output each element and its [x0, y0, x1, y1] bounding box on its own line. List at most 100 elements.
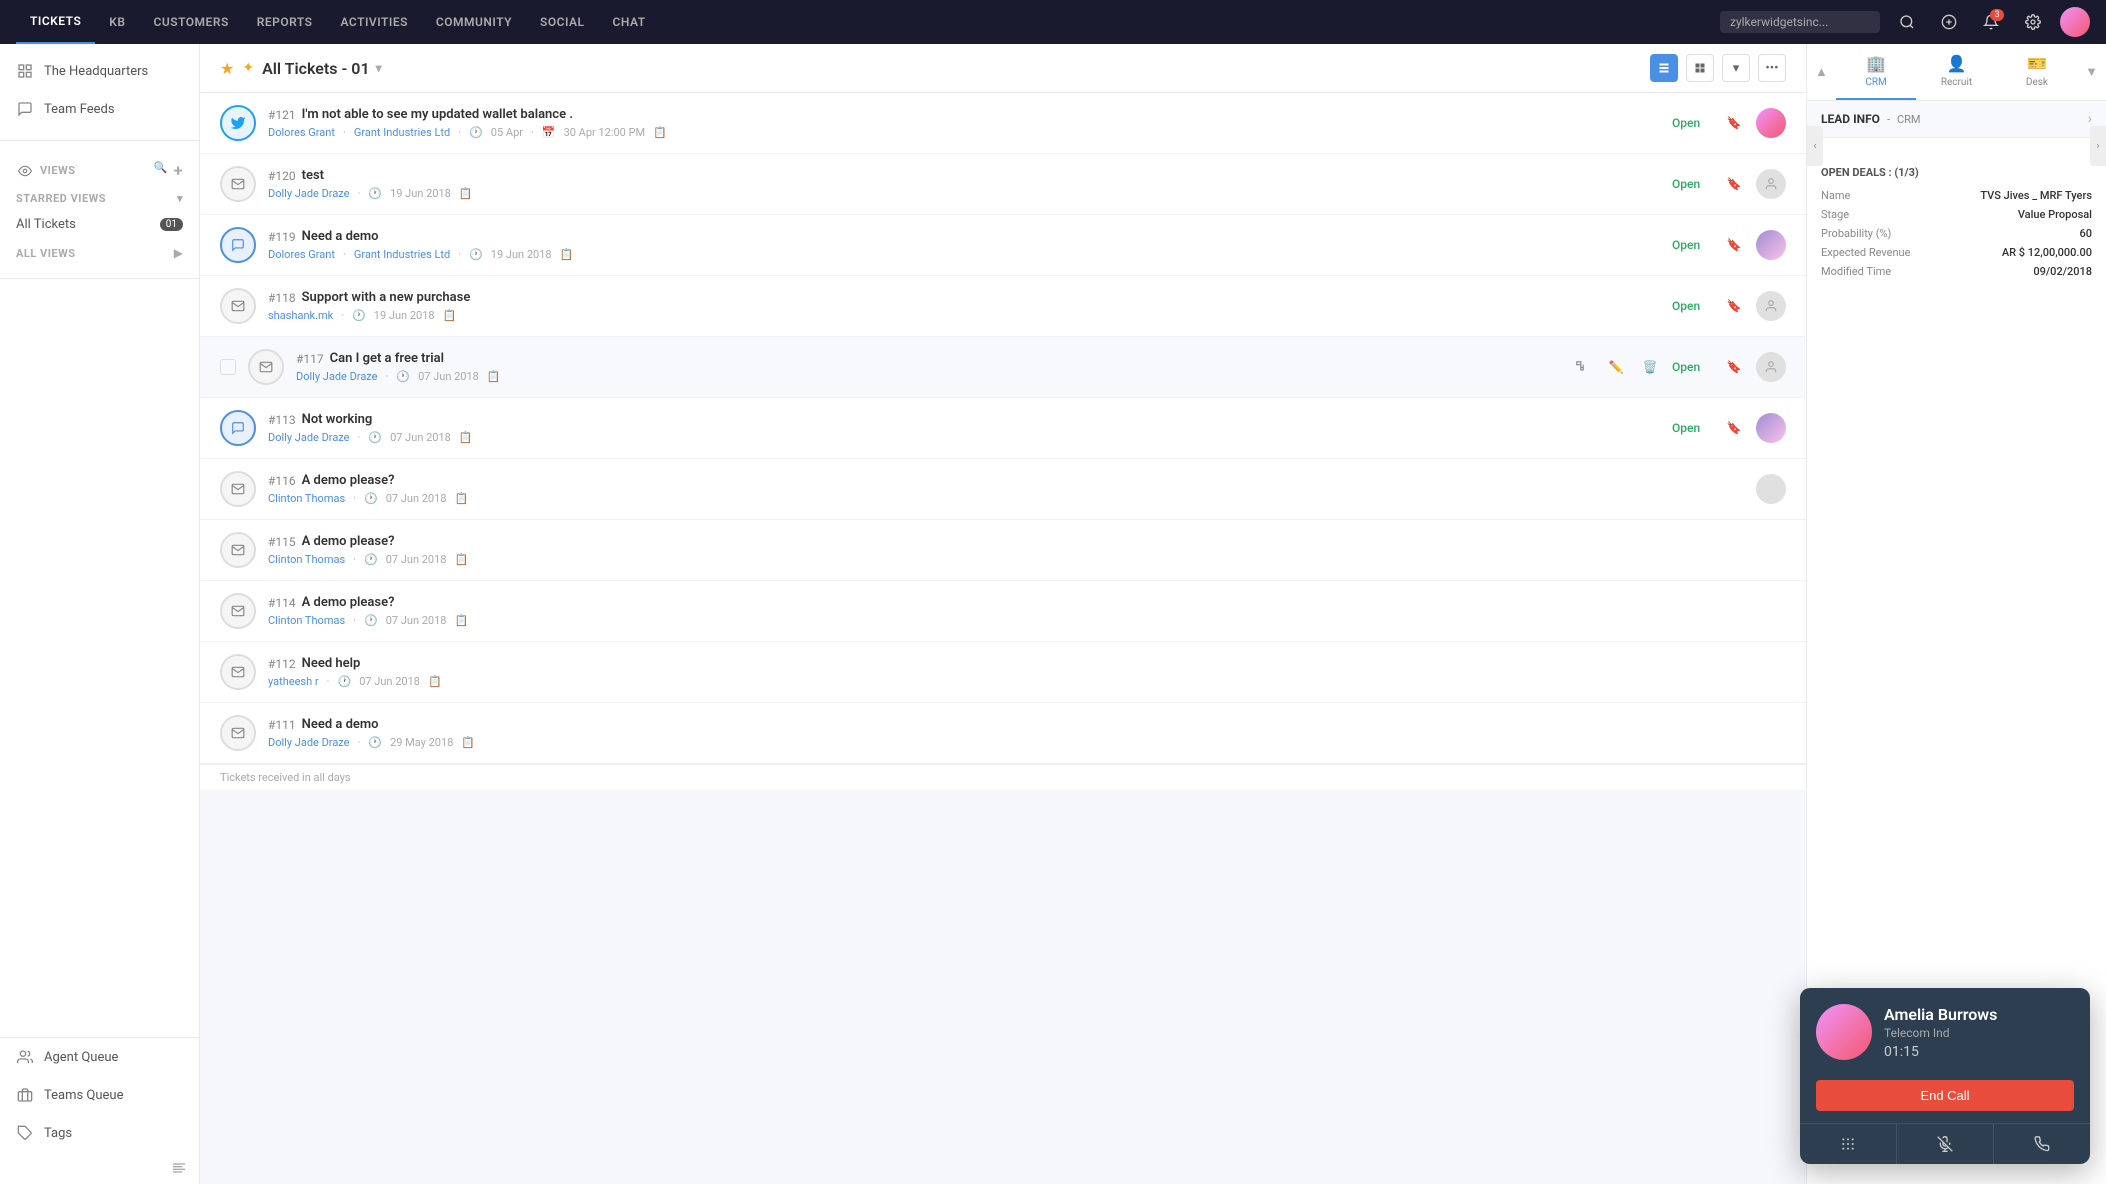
ticket-assignee-link[interactable]: Clinton Thomas [268, 614, 345, 627]
panel-right-arrow[interactable]: › [2090, 126, 2106, 166]
ticket-assignee-link[interactable]: Clinton Thomas [268, 553, 345, 566]
more-options-button[interactable]: ••• [1758, 54, 1786, 82]
call-keypad-button[interactable] [1800, 1124, 1897, 1164]
note-icon: 📋 [454, 614, 468, 627]
star-icon[interactable]: ★ [220, 59, 234, 78]
clock-icon: 🕐 [469, 126, 483, 139]
note-icon: 📋 [459, 431, 473, 444]
sidebar-item-all-tickets[interactable]: All Tickets 01 [0, 209, 199, 240]
deal-value-revenue: AR $ 12,00,000.00 [2002, 246, 2092, 259]
ticket-company-link[interactable]: Grant Industries Ltd [354, 126, 450, 139]
views-search-icon[interactable]: 🔍 [154, 161, 168, 180]
ticket-company-link[interactable]: Grant Industries Ltd [354, 248, 450, 261]
filter-dropdown-button[interactable]: ▾ [1722, 54, 1750, 82]
delete-button[interactable]: 🗑️ [1638, 355, 1662, 379]
panel-left-arrow[interactable]: ‹ [1807, 126, 1823, 166]
ticket-row[interactable]: #111 Need a demo Dolly Jade Draze · 🕐 29… [200, 703, 1806, 764]
ticket-row[interactable]: #117 Can I get a free trial Dolly Jade D… [200, 337, 1806, 398]
starred-views-collapse[interactable]: ▾ [177, 192, 183, 205]
sidebar-item-agent-queue[interactable]: Agent Queue [0, 1038, 199, 1076]
sidebar-collapse-button[interactable] [0, 1152, 199, 1184]
side-tab-crm[interactable]: 🏢 CRM [1836, 44, 1916, 100]
ticket-assignee-link[interactable]: Dolly Jade Draze [268, 736, 350, 749]
ticket-bookmark-button[interactable] [1722, 477, 1746, 501]
recruit-tab-icon: 👤 [1947, 54, 1967, 73]
account-search[interactable]: zylkerwidgetsinc... [1720, 11, 1880, 33]
ticket-bookmark-button[interactable]: 🔖 [1722, 111, 1746, 135]
starred-views-label: STARRED VIEWS [16, 192, 106, 205]
all-views-row[interactable]: ALL VIEWS ▶ [0, 240, 199, 266]
ticket-id: #118 [268, 291, 296, 305]
ticket-assignee-link[interactable]: Clinton Thomas [268, 492, 345, 505]
nav-customers[interactable]: CUSTOMERS [140, 0, 243, 44]
ticket-assignee-link[interactable]: Dolly Jade Draze [296, 370, 378, 383]
assign-button[interactable] [1570, 355, 1594, 379]
ticket-assignee-link[interactable]: shashank.mk [268, 309, 333, 322]
agent-queue-icon [16, 1048, 34, 1066]
note-icon: 📋 [461, 736, 475, 749]
ticket-row[interactable]: #114 A demo please? Clinton Thomas · 🕐 0… [200, 581, 1806, 642]
ticket-assignee-avatar [1756, 291, 1786, 321]
ticket-row[interactable]: #115 A demo please? Clinton Thomas · 🕐 0… [200, 520, 1806, 581]
call-phone-button[interactable] [1994, 1124, 2090, 1164]
nav-kb[interactable]: KB [95, 0, 139, 44]
ticket-bookmark-button[interactable]: 🔖 [1722, 172, 1746, 196]
ticket-row[interactable]: #113 Not working Dolly Jade Draze · 🕐 07… [200, 398, 1806, 459]
open-deals-section: OPEN DEALS : (1/3) Name TVS Jives _ MRF … [1807, 154, 2106, 296]
ticket-checkbox[interactable] [220, 359, 236, 375]
toolbar-left: ★ ✦ All Tickets - 01 ▾ [220, 59, 382, 78]
global-search-button[interactable] [1892, 7, 1922, 37]
ticket-row[interactable]: #121 I'm not able to see my updated wall… [200, 93, 1806, 154]
notifications-button[interactable]: 3 [1976, 7, 2006, 37]
settings-button[interactable] [2018, 7, 2048, 37]
sidebar-item-tags[interactable]: Tags [0, 1114, 199, 1152]
ticket-assignee-link[interactable]: Dolly Jade Draze [268, 187, 350, 200]
ticket-row[interactable]: #120 test Dolly Jade Draze · 🕐 19 Jun 20… [200, 154, 1806, 215]
add-button[interactable] [1934, 7, 1964, 37]
ticket-content: #115 A demo please? Clinton Thomas · 🕐 0… [268, 534, 1774, 566]
nav-tickets[interactable]: TICKETS [16, 0, 95, 44]
side-tab-recruit[interactable]: 👤 Recruit [1916, 44, 1996, 100]
call-info: Amelia Burrows Telecom Ind 01:15 [1884, 1005, 2074, 1060]
ticket-assignee-link[interactable]: Dolores Grant [268, 126, 335, 139]
list-view-button[interactable] [1650, 54, 1678, 82]
sidebar-item-teams-queue[interactable]: Teams Queue [0, 1076, 199, 1114]
side-panel-scroll-up[interactable]: ▲ [1807, 44, 1836, 100]
ticket-id: #113 [268, 413, 296, 427]
ticket-bookmark-button[interactable]: 🔖 [1722, 294, 1746, 318]
nav-chat[interactable]: CHAT [599, 0, 660, 44]
nav-social[interactable]: SOCIAL [526, 0, 599, 44]
ticket-status: Open [1672, 116, 1712, 130]
ticket-bookmark-button[interactable]: 🔖 [1722, 416, 1746, 440]
ticket-bookmark-button[interactable]: 🔖 [1722, 355, 1746, 379]
edit-button[interactable]: ✏️ [1604, 355, 1628, 379]
ticket-assignee-link[interactable]: yatheesh r [268, 675, 319, 688]
ticket-assignee-link[interactable]: Dolores Grant [268, 248, 335, 261]
views-add-icon[interactable]: + [174, 161, 183, 180]
sidebar-item-teamfeeds[interactable]: Team Feeds [0, 90, 199, 128]
nav-activities[interactable]: ACTIVITIES [327, 0, 422, 44]
ticket-date2: 30 Apr 12:00 PM [564, 126, 646, 139]
meta-dot: · [353, 614, 356, 627]
ticket-row[interactable]: #119 Need a demo Dolores Grant · Grant I… [200, 215, 1806, 276]
all-views-expand[interactable]: ▶ [174, 246, 183, 260]
user-avatar[interactable] [2060, 7, 2090, 37]
ticket-row[interactable]: #118 Support with a new purchase shashan… [200, 276, 1806, 337]
nav-community[interactable]: COMMUNITY [422, 0, 526, 44]
ticket-bookmark-button[interactable]: 🔖 [1722, 233, 1746, 257]
lead-info-expand-button[interactable]: › [2088, 111, 2092, 127]
title-dropdown-icon[interactable]: ▾ [376, 61, 382, 75]
status-bar: Tickets received in all days [200, 764, 1806, 790]
side-tab-desk[interactable]: 🎫 Desk [1997, 44, 2077, 100]
side-panel-scroll-down[interactable]: ▼ [2077, 44, 2106, 100]
call-mute-button[interactable] [1897, 1124, 1994, 1164]
ticket-assignee-link[interactable]: Dolly Jade Draze [268, 431, 350, 444]
ticket-row[interactable]: #116 A demo please? Clinton Thomas · 🕐 0… [200, 459, 1806, 520]
ticket-row[interactable]: #112 Need help yatheesh r · 🕐 07 Jun 201… [200, 642, 1806, 703]
sidebar-item-headquarters[interactable]: The Headquarters [0, 52, 199, 90]
nav-reports[interactable]: REPORTS [243, 0, 327, 44]
end-call-button[interactable]: End Call [1816, 1080, 2074, 1111]
ticket-date1: 29 May 2018 [390, 736, 453, 749]
grid-view-button[interactable] [1686, 54, 1714, 82]
ticket-header: #120 test [268, 168, 1660, 183]
